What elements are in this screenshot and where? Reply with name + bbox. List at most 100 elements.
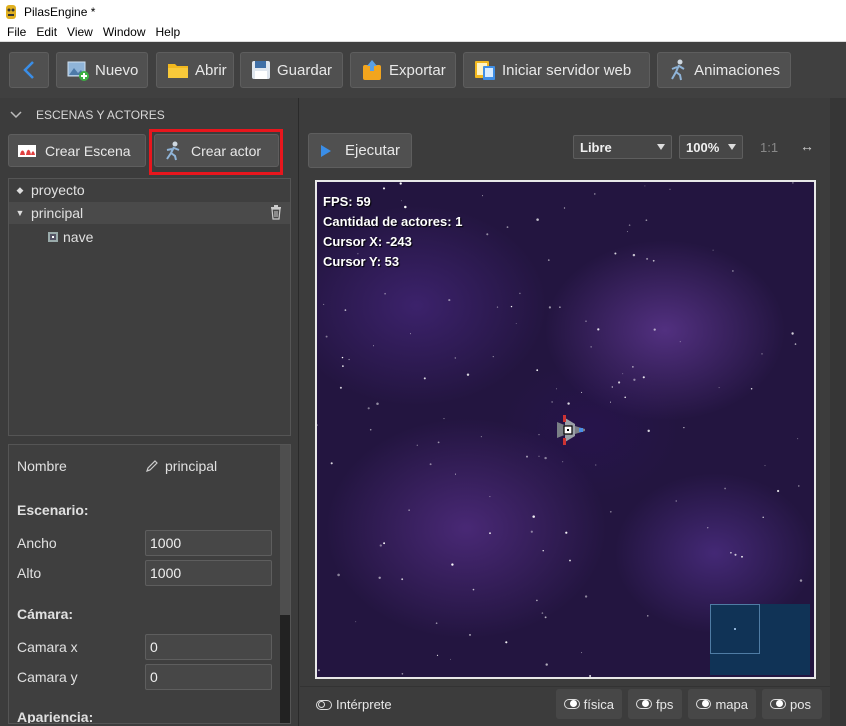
star (482, 195, 484, 197)
nuevo-label: Nuevo (95, 61, 139, 79)
star (376, 402, 379, 405)
export-icon (361, 59, 383, 81)
crear-actor-label: Crear actor (191, 142, 262, 159)
tree-item-nave[interactable]: nave (9, 226, 290, 248)
nuevo-button[interactable]: Nuevo (56, 52, 148, 88)
expand-icon[interactable]: ↔ (800, 138, 814, 154)
camara-y-label: Camara y (17, 669, 78, 685)
escenario-title: Escenario: (17, 502, 89, 518)
hud-fps: FPS: 59 (323, 194, 371, 209)
abrir-label: Abrir (195, 61, 227, 79)
star (545, 663, 548, 666)
properties-scrollbar-thumb[interactable] (280, 445, 290, 615)
star (416, 444, 418, 446)
star (609, 510, 612, 513)
star (562, 461, 564, 463)
star (597, 328, 600, 331)
pencil-icon (146, 460, 158, 472)
guardar-button[interactable]: Guardar (240, 52, 343, 88)
spaceship-actor[interactable] (553, 412, 587, 448)
star (515, 323, 517, 324)
editor-scrollbar[interactable] (830, 98, 846, 726)
menu-edit[interactable]: Edit (31, 25, 62, 39)
scene-icon (17, 142, 37, 160)
star (741, 555, 743, 558)
hud-cursor-y: Cursor Y: 53 (323, 254, 400, 269)
star (383, 542, 386, 545)
star (348, 358, 350, 361)
star (404, 205, 407, 209)
star (645, 219, 648, 222)
star (451, 563, 454, 566)
ancho-input[interactable]: 1000 (145, 530, 272, 556)
dropdown-arrow-icon (728, 144, 736, 150)
ejecutar-button[interactable]: Ejecutar (308, 133, 412, 168)
camara-x-label: Camara x (17, 639, 78, 655)
minimap[interactable] (710, 604, 810, 675)
crear-actor-button[interactable]: Crear actor (154, 134, 279, 167)
star (567, 402, 570, 405)
mode-select[interactable]: Libre (573, 135, 672, 159)
fps-toggle[interactable]: fps (628, 689, 682, 719)
star (565, 531, 568, 534)
star (551, 401, 553, 403)
nombre-value[interactable]: principal (145, 458, 217, 474)
star (776, 489, 780, 493)
camara-y-input[interactable]: 0 (145, 664, 272, 690)
tree-item-proyecto[interactable]: ◆ proyecto (9, 179, 290, 201)
star (618, 381, 621, 384)
star (429, 463, 432, 466)
pos-toggle[interactable]: pos (762, 689, 822, 719)
nombre-label: Nombre (17, 458, 67, 474)
star (764, 465, 766, 467)
star (611, 386, 613, 388)
star (541, 612, 544, 614)
star (761, 353, 763, 355)
star (730, 551, 732, 554)
star (505, 641, 508, 644)
section-header[interactable]: ESCENAS Y ACTORES (10, 108, 165, 122)
ratio-button[interactable]: 1:1 (760, 140, 778, 155)
animaciones-button[interactable]: Animaciones (657, 52, 791, 88)
menu-window[interactable]: Window (98, 25, 151, 39)
properties-scrollbar[interactable] (280, 445, 290, 723)
star (652, 259, 655, 262)
star (330, 462, 333, 465)
star (409, 333, 411, 335)
star (317, 424, 318, 426)
menu-help[interactable]: Help (151, 25, 186, 39)
zoom-select[interactable]: 100% (679, 135, 743, 159)
star (469, 633, 471, 636)
alto-input[interactable]: 1000 (145, 560, 272, 586)
menu-view[interactable]: View (62, 25, 98, 39)
abrir-button[interactable]: Abrir (156, 52, 234, 88)
star (435, 622, 438, 625)
star (791, 332, 794, 335)
mapa-toggle[interactable]: mapa (688, 689, 756, 719)
editor-panel: Ejecutar Libre 100% 1:1 ↔ FPS: 59 Cantid… (300, 98, 830, 726)
star (584, 595, 588, 598)
iniciar-servidor-button[interactable]: Iniciar servidor web (463, 52, 650, 88)
menu-bar: File Edit View Window Help (0, 23, 846, 42)
menu-file[interactable]: File (2, 25, 31, 39)
camara-x-input[interactable]: 0 (145, 634, 272, 660)
star (718, 387, 720, 389)
star (581, 652, 583, 654)
expand-triangle-icon[interactable]: ▼ (15, 208, 25, 218)
star (486, 233, 489, 236)
star (489, 532, 491, 535)
back-button[interactable] (9, 52, 49, 88)
exportar-button[interactable]: Exportar (350, 52, 456, 88)
star (732, 270, 734, 272)
star (401, 578, 404, 581)
crear-escena-button[interactable]: Crear Escena (8, 134, 146, 167)
game-canvas[interactable]: FPS: 59 Cantidad de actores: 1 Cursor X:… (315, 180, 816, 679)
fisica-toggle[interactable]: física (556, 689, 622, 719)
trash-icon[interactable] (270, 205, 282, 220)
star (378, 576, 381, 580)
interprete-toggle[interactable]: Intérprete (316, 697, 392, 712)
star (633, 378, 636, 381)
star (590, 346, 592, 348)
star (734, 553, 737, 556)
tree-item-principal[interactable]: ▼ principal (9, 202, 290, 224)
